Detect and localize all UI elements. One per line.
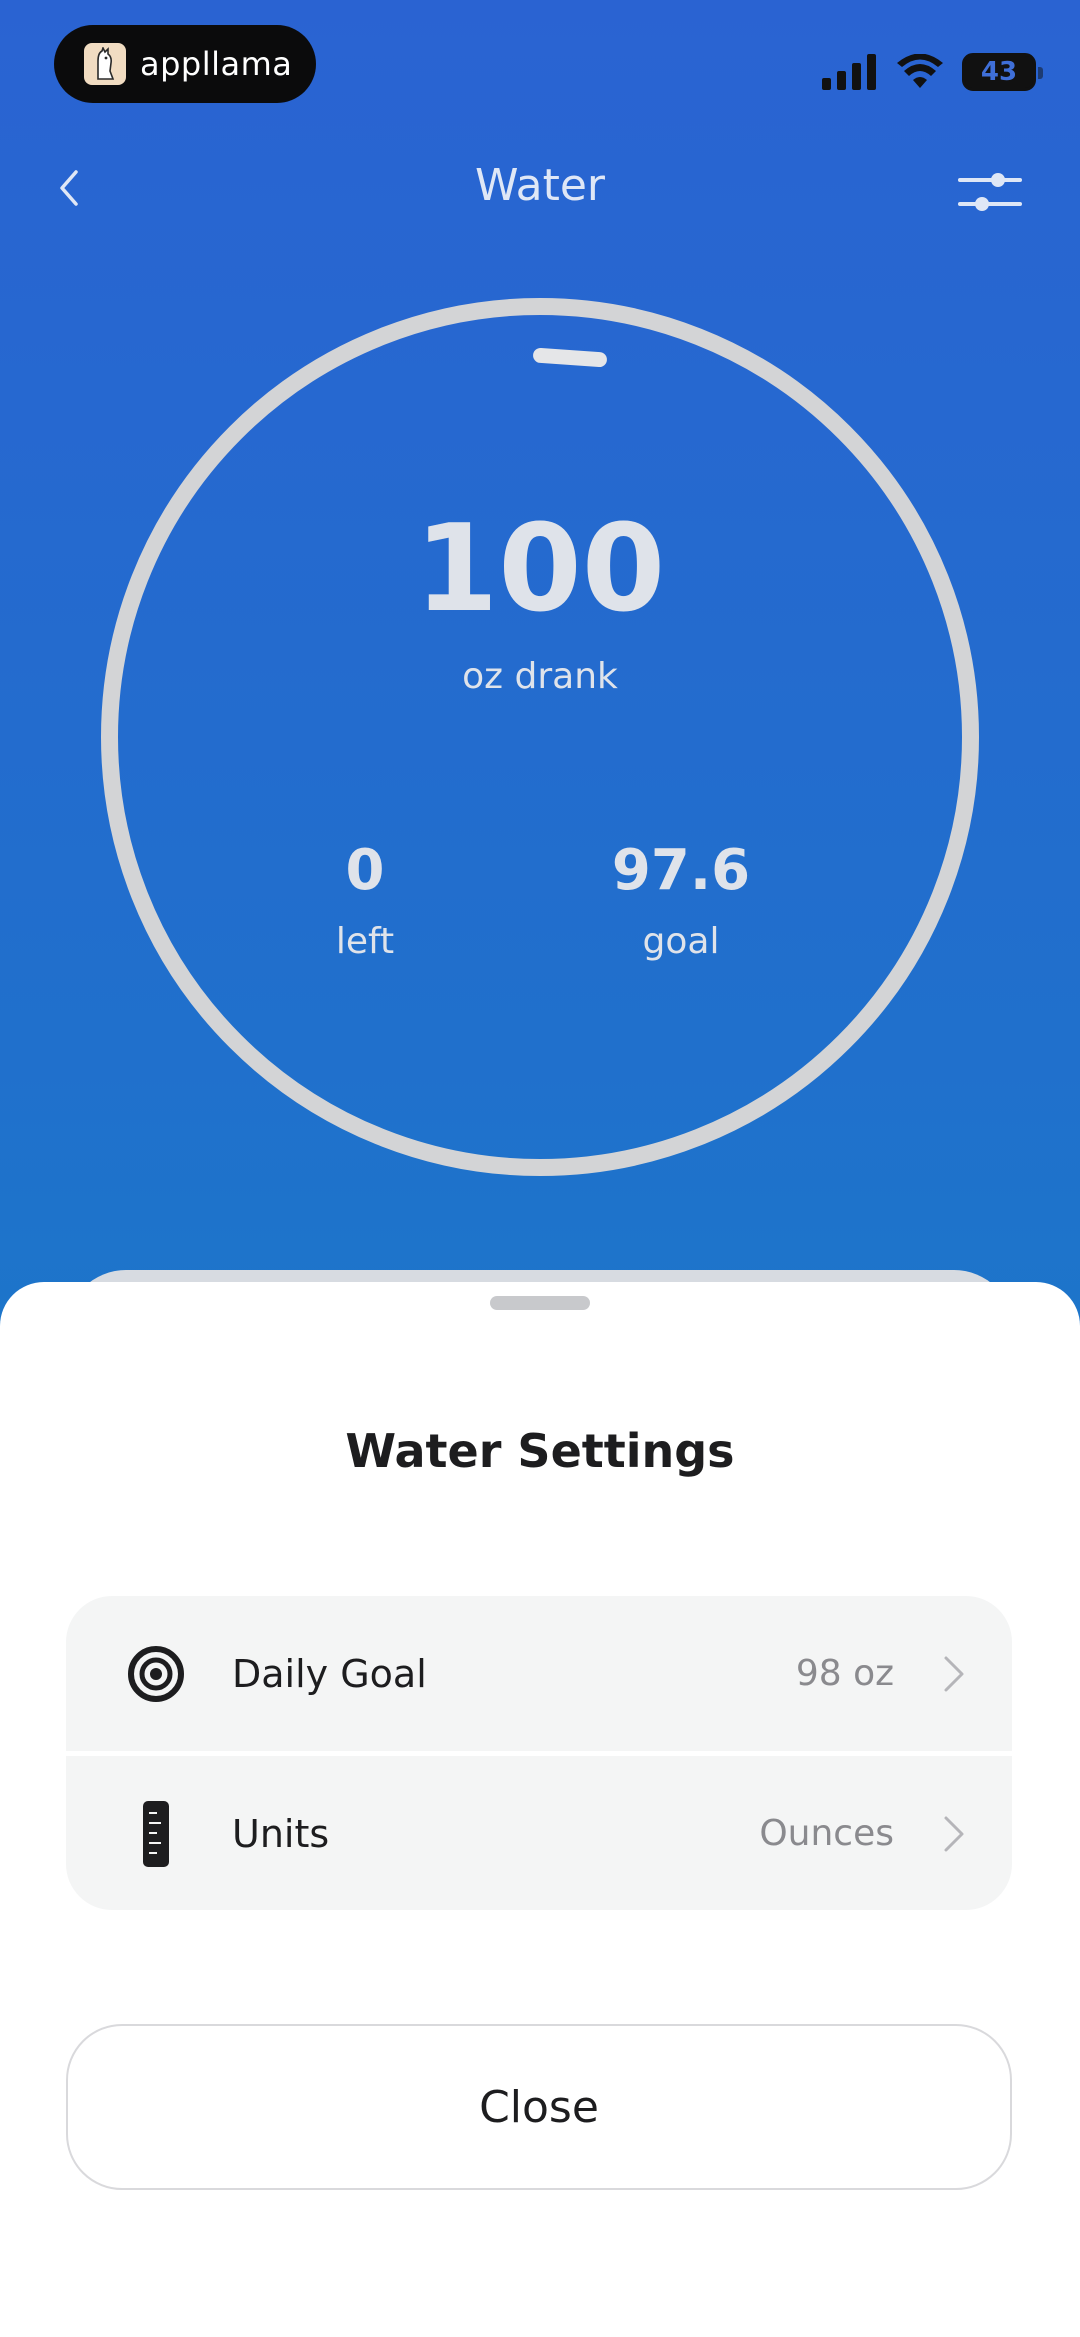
brand-name: appllama (140, 45, 293, 83)
goal-value: 97.6 (611, 838, 751, 903)
progress-ring (101, 298, 979, 1176)
close-button[interactable]: Close (66, 2024, 1012, 2190)
water-settings-sheet: Water Settings Daily Goal 98 oz Units Ou… (0, 1282, 1080, 2337)
settings-list: Daily Goal 98 oz Units Ounces (66, 1596, 1012, 1910)
page-title: Water (474, 160, 606, 211)
cellular-signal-icon (822, 54, 876, 90)
sheet-grabber[interactable] (490, 1296, 590, 1310)
wifi-icon (897, 54, 943, 88)
chevron-right-icon (944, 1816, 964, 1851)
units-value: Ounces (759, 1813, 894, 1854)
units-label: Units (232, 1811, 330, 1856)
sliders-icon[interactable] (958, 170, 1022, 214)
llama-logo-icon (84, 43, 126, 85)
chevron-right-icon (944, 1656, 964, 1691)
left-label: left (335, 921, 395, 962)
units-row[interactable]: Units Ounces (66, 1756, 1012, 1910)
left-value: 0 (345, 838, 385, 903)
left-stat: 0 left (215, 838, 515, 962)
daily-goal-value: 98 oz (795, 1653, 894, 1694)
drank-label: oz drank (462, 656, 618, 697)
battery-level: 43 (980, 57, 1018, 87)
goal-label: goal (642, 921, 720, 962)
drank-value: 100 (414, 500, 666, 639)
daily-goal-label: Daily Goal (232, 1651, 427, 1696)
battery-icon: 43 (962, 53, 1043, 91)
daily-goal-row[interactable]: Daily Goal 98 oz (66, 1596, 1012, 1751)
status-icons: 43 (822, 50, 1043, 94)
ruler-icon (126, 1799, 186, 1869)
goal-stat: 97.6 goal (531, 838, 831, 962)
brand-badge: appllama (54, 25, 316, 103)
sheet-title: Water Settings (345, 1424, 735, 1478)
target-icon (126, 1639, 186, 1709)
